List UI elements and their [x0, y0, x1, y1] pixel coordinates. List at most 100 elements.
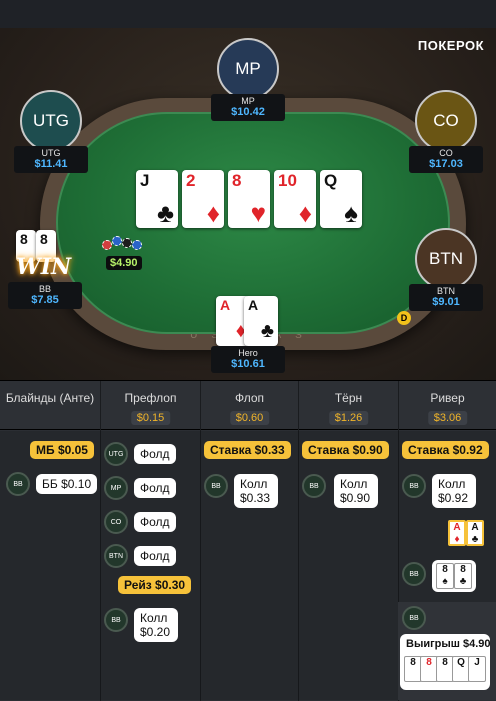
top-bar	[0, 0, 496, 28]
card-rank: A	[471, 522, 479, 533]
seat-stack: $10.61	[231, 358, 265, 370]
big-blind-action: ББ $0.10	[36, 474, 98, 494]
call-label: Колл	[140, 611, 168, 625]
call-amount: $0.90	[340, 491, 371, 505]
avatar-mp: MP	[217, 38, 279, 100]
call-label: Колл	[240, 477, 268, 491]
hero-mini-card: A ♦	[448, 520, 466, 546]
col-title: Флоп	[234, 391, 265, 405]
call-label: Колл	[340, 477, 368, 491]
seat-stack: $17.03	[429, 158, 463, 170]
col-pot: $0.15	[130, 411, 171, 425]
board-card-5: Q ♠	[320, 170, 362, 228]
action-call: Колл $0.20	[134, 608, 178, 642]
position-badge: BB	[204, 474, 228, 498]
shown-card: 8 ♠	[436, 563, 454, 589]
card-rank: 8	[410, 657, 416, 668]
nameplate-hero: Hero $10.61	[211, 346, 285, 373]
divider	[100, 431, 101, 700]
win-badge: WIN	[16, 254, 72, 280]
position-badge: BTN	[104, 544, 128, 568]
call-amount: $0.33	[240, 491, 271, 505]
seat-mp[interactable]: MP MP $10.42	[211, 38, 285, 121]
nameplate-co: CO $17.03	[409, 146, 483, 173]
card-rank: 10	[278, 171, 297, 190]
action-fold: Фолд	[134, 478, 176, 498]
seat-hero[interactable]: Hero $10.61	[211, 346, 285, 373]
col-pot: $0.60	[229, 411, 270, 425]
heart-icon: ♥	[250, 198, 266, 228]
chip-icon	[122, 238, 132, 248]
nameplate-btn: BTN $9.01	[409, 284, 483, 311]
card-rank: 8	[442, 657, 448, 668]
card-rank: A	[248, 297, 259, 313]
hero-card-2: A ♣	[244, 296, 278, 346]
card-rank: J	[140, 171, 150, 190]
shown-cards: 8 ♠ 8 ♣	[432, 560, 476, 592]
board-card-2: 2 ♦	[182, 170, 224, 228]
seat-name: BTN	[437, 286, 455, 296]
seat-bb[interactable]: BB $7.85	[8, 282, 82, 309]
chip-icon	[102, 240, 112, 250]
seat-stack: $7.85	[31, 294, 59, 306]
dealer-button: D	[397, 311, 411, 325]
club-icon: ♣	[471, 534, 479, 545]
seat-name: UTG	[41, 148, 61, 158]
seat-stack: $9.01	[432, 296, 460, 308]
action-fold: Фолд	[134, 512, 176, 532]
call-label: Колл	[438, 477, 466, 491]
hero-mini-card: A ♣	[466, 520, 484, 546]
nameplate-bb: BB $7.85	[8, 282, 82, 309]
chip-icon	[132, 240, 142, 250]
club-icon: ♣	[459, 576, 467, 587]
seat-stack: $11.41	[34, 158, 68, 170]
col-title: Ривер	[430, 391, 465, 405]
card-rank: 8	[426, 657, 432, 668]
seat-name: Hero	[238, 348, 258, 358]
col-title: Тёрн	[334, 391, 363, 405]
diamond-icon: ♦	[298, 198, 312, 228]
brand-logo: ПОКЕРОК	[417, 38, 484, 53]
position-badge: CO	[104, 510, 128, 534]
bet-action: Ставка $0.92	[402, 441, 489, 459]
seat-name: MP	[241, 96, 255, 106]
seat-btn[interactable]: BTN BTN $9.01	[409, 228, 483, 311]
seat-co[interactable]: CO CO $17.03	[409, 90, 483, 173]
spade-icon: ♠	[442, 576, 448, 587]
card-rank: 8	[460, 564, 466, 575]
avatar-btn: BTN	[415, 228, 477, 290]
card-rank: 8	[442, 564, 448, 575]
nameplate-mp: MP $10.42	[211, 94, 285, 121]
bet-action: Ставка $0.33	[204, 441, 291, 459]
divider	[200, 431, 201, 700]
action-call: Колл $0.33	[234, 474, 278, 508]
position-badge: MP	[104, 476, 128, 500]
action-call: Колл $0.90	[334, 474, 378, 508]
card-rank: 8	[232, 171, 242, 190]
poker-table-area: ПОКЕРОК USHCAS MP MP $10.42 UTG UTG $11.…	[0, 28, 496, 380]
win-result: Выигрыш $4.90 8 8 8 Q J	[400, 634, 491, 690]
pot-amount: $4.90	[106, 256, 142, 270]
board-card-4: 10 ♦	[274, 170, 316, 228]
seat-utg[interactable]: UTG UTG $11.41	[14, 90, 88, 173]
diamond-icon: ♦	[454, 534, 460, 545]
card-rank: A	[220, 297, 231, 313]
call-amount: $0.92	[438, 491, 469, 505]
position-badge: BB	[402, 474, 426, 498]
club-icon: ♣	[260, 320, 274, 342]
card-rank: A	[453, 522, 461, 533]
bet-action: Ставка $0.90	[302, 441, 389, 459]
card-rank: J	[474, 657, 480, 668]
win-amount: Выигрыш $4.90	[406, 638, 491, 650]
card-rank: 2	[186, 171, 196, 190]
seat-name: BB	[38, 284, 51, 294]
action-call: Колл $0.92	[432, 474, 476, 508]
chip-icon	[112, 236, 122, 246]
card-rank: Q	[324, 171, 338, 190]
nameplate-utg: UTG $11.41	[14, 146, 88, 173]
board-card-3: 8 ♥	[228, 170, 270, 228]
avatar-utg: UTG	[20, 90, 82, 152]
raise-action: Рейз $0.30	[118, 576, 192, 594]
position-badge: BB	[104, 608, 128, 632]
col-pot: $1.26	[328, 411, 369, 425]
